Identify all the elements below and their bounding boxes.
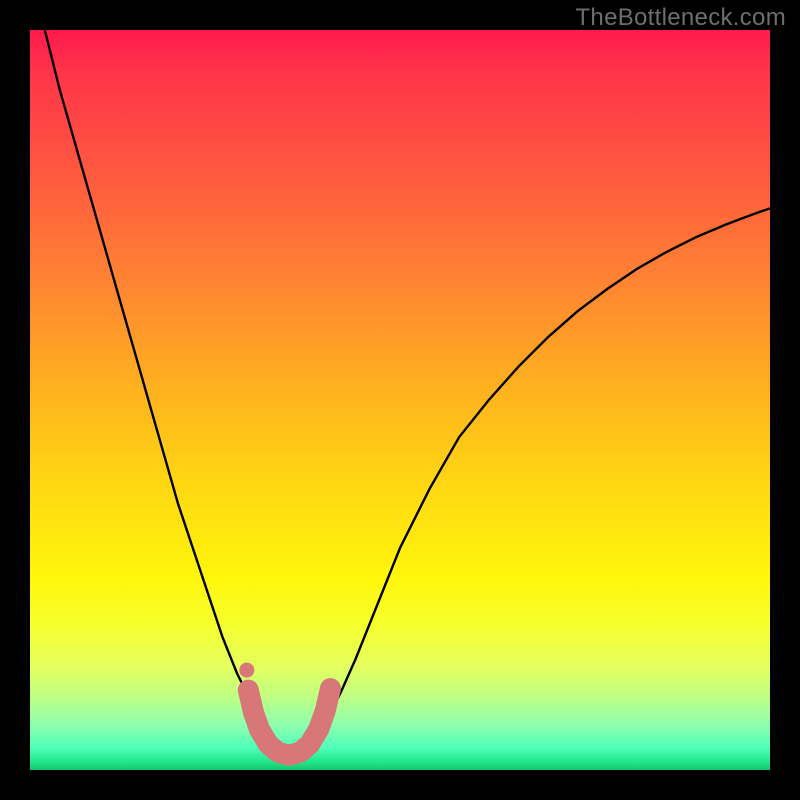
watermark-text: TheBottleneck.com xyxy=(575,4,786,32)
chart-frame: TheBottleneck.com xyxy=(0,0,800,800)
bottleneck-curve xyxy=(30,30,770,755)
marker-u-stroke xyxy=(248,689,330,756)
marker-isolated-dot xyxy=(239,663,254,678)
plot-area xyxy=(30,30,770,770)
chart-svg xyxy=(30,30,770,770)
